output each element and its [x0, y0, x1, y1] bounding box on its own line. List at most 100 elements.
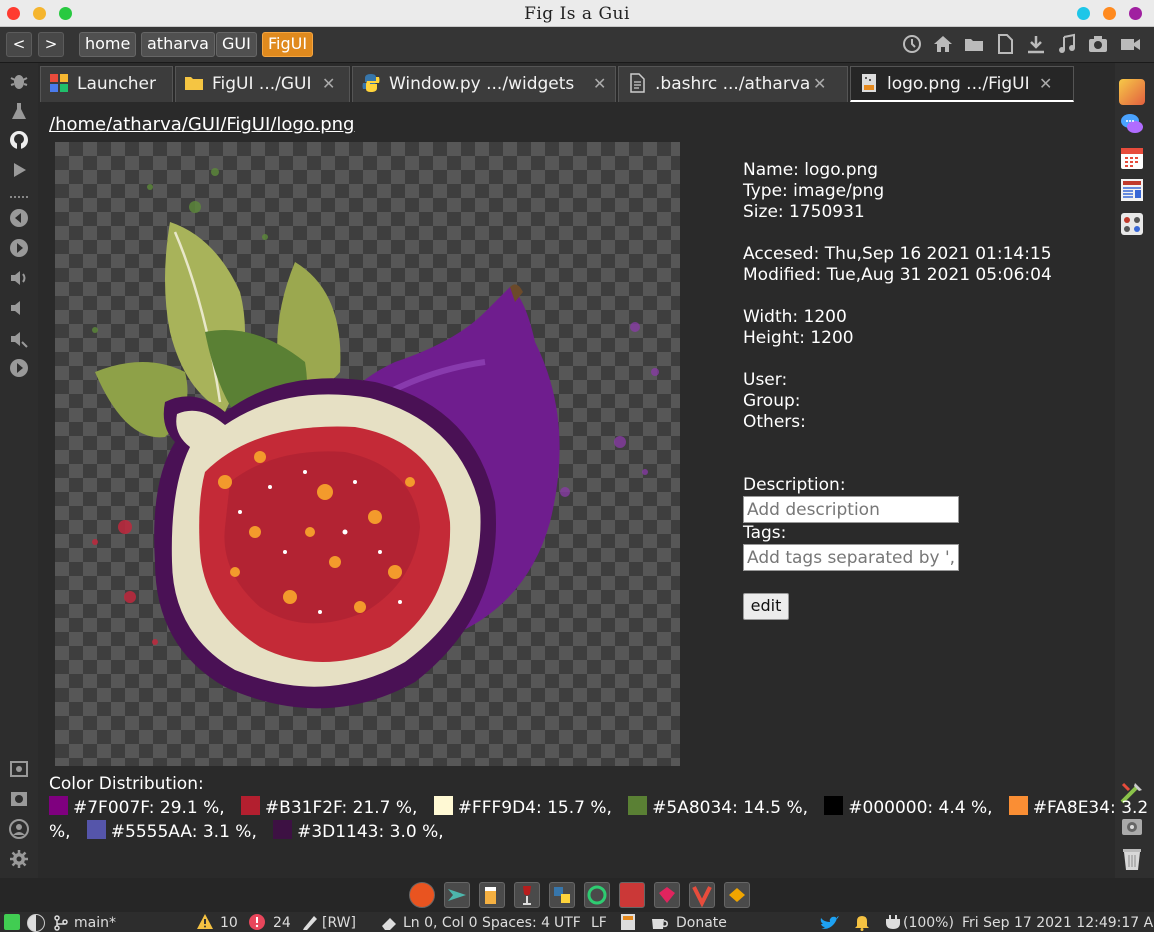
tab-launcher[interactable]: Launcher: [40, 66, 173, 102]
breadcrumb-gui[interactable]: GUI: [216, 32, 257, 57]
music-icon[interactable]: [1056, 33, 1078, 55]
color-entry: #5A8034: 14.5 %,: [652, 798, 809, 818]
python-icon[interactable]: [549, 882, 575, 908]
folder-icon: [185, 77, 203, 90]
git-branch-label[interactable]: main*: [74, 915, 116, 931]
folder-icon[interactable]: [963, 33, 985, 55]
eraser-icon: [382, 918, 396, 930]
tab-label: Launcher: [77, 74, 157, 94]
bell-icon[interactable]: [853, 913, 871, 931]
color-distribution-row: #7F007F: 29.1 %, #B31F2F: 21.7 %, #FFF9D…: [49, 796, 1148, 818]
beer-icon[interactable]: [479, 882, 505, 908]
theme-toggle-icon[interactable]: [27, 914, 45, 932]
breadcrumb-atharva[interactable]: atharva: [141, 32, 215, 57]
read-write-mode[interactable]: [RW]: [322, 915, 356, 931]
download-icon[interactable]: [1025, 33, 1047, 55]
clock: Fri Sep 17 2021 12:49:17 AM: [962, 915, 1154, 931]
trash-icon[interactable]: [1119, 846, 1145, 872]
color-entry: #FA8E34: 3.2: [1032, 798, 1149, 818]
document-icon[interactable]: [994, 33, 1016, 55]
tab-bashrc[interactable]: .bashrc .../atharva ✕: [618, 66, 848, 102]
tab-figui[interactable]: FigUI .../GUI ✕: [175, 66, 350, 102]
file-encoding[interactable]: UTF: [554, 915, 581, 931]
theme-dot-cyan[interactable]: [1077, 7, 1090, 20]
warning-count: 10: [220, 915, 238, 931]
color-entry: #3D1143: 3.0 %,: [297, 822, 444, 842]
camera-icon[interactable]: [1087, 33, 1109, 55]
color-entry-wrap: %,: [49, 822, 71, 842]
ubuntu-icon[interactable]: [409, 882, 435, 908]
image-file-icon: [862, 74, 876, 92]
theme-dot-purple[interactable]: [1129, 7, 1142, 20]
send-icon[interactable]: [444, 882, 470, 908]
error-count: 24: [273, 915, 291, 931]
description-label: Description:: [743, 475, 846, 495]
paint-app-icon[interactable]: [1119, 79, 1145, 105]
warning-icon[interactable]: [196, 913, 214, 931]
tab-window-py[interactable]: Window.py .../widgets ✕: [352, 66, 616, 102]
tags-input[interactable]: [743, 544, 959, 571]
tab-label: .bashrc .../atharva: [655, 74, 811, 94]
qt-icon[interactable]: [4, 914, 20, 930]
tab-close-icon[interactable]: ✕: [813, 67, 826, 101]
breadcrumb-figui[interactable]: FigUI: [262, 32, 314, 57]
wine-icon[interactable]: [514, 882, 540, 908]
mute-icon[interactable]: [9, 329, 29, 349]
mixer-icon[interactable]: [1119, 211, 1145, 237]
play-icon[interactable]: [9, 160, 29, 180]
calendar-icon[interactable]: [1119, 145, 1145, 171]
github-icon[interactable]: [9, 130, 29, 150]
coffee-icon: [652, 919, 668, 929]
tab-close-icon[interactable]: ✕: [593, 67, 606, 101]
tab-close-icon[interactable]: ✕: [322, 67, 335, 101]
color-swatch: [49, 796, 68, 815]
indentation-setting[interactable]: Spaces: 4: [482, 915, 550, 931]
vim-icon[interactable]: [689, 882, 715, 908]
title-bar: Fig Is a Gui: [0, 0, 1154, 27]
history-icon[interactable]: [901, 33, 923, 55]
gear-icon[interactable]: [9, 849, 29, 869]
donate-link[interactable]: Donate: [676, 915, 727, 931]
volume-up-icon[interactable]: [9, 268, 29, 288]
forward-button[interactable]: >: [38, 32, 64, 57]
bug-icon[interactable]: [9, 71, 29, 91]
edit-button[interactable]: edit: [743, 593, 789, 620]
tab-label: Window.py .../widgets: [389, 74, 575, 94]
video-icon[interactable]: [1119, 33, 1141, 55]
twitter-icon[interactable]: [818, 914, 840, 932]
refresh-icon[interactable]: [584, 882, 610, 908]
left-sidebar: [0, 63, 38, 878]
cursor-position[interactable]: Ln 0, Col 0: [403, 915, 478, 931]
home-icon[interactable]: [932, 33, 954, 55]
tab-close-icon[interactable]: ✕: [1039, 67, 1052, 100]
back-button[interactable]: <: [6, 32, 32, 57]
chat-icon[interactable]: [1119, 111, 1145, 137]
flask-icon[interactable]: [9, 101, 29, 121]
user-icon[interactable]: [9, 819, 29, 839]
screenshot-icon[interactable]: [9, 759, 29, 779]
color-swatch: [273, 820, 293, 839]
color-swatch: [1008, 796, 1028, 815]
file-name: Name: logo.png: [743, 160, 879, 180]
npm-icon[interactable]: [619, 882, 645, 908]
description-input[interactable]: [743, 496, 959, 523]
power-plug-icon: [886, 915, 900, 930]
theme-dot-orange[interactable]: [1103, 7, 1116, 20]
fast-forward-icon[interactable]: [9, 238, 29, 258]
tab-logo-png[interactable]: logo.png .../FigUI ✕: [850, 66, 1074, 102]
package-icon[interactable]: [724, 882, 750, 908]
calculator-icon[interactable]: [620, 913, 636, 931]
file-path-link[interactable]: /home/atharva/GUI/FigUI/logo.png: [49, 114, 354, 135]
color-swatch: [433, 796, 453, 815]
volume-down-icon[interactable]: [9, 298, 29, 318]
color-entry: #7F007F: 29.1 %,: [73, 798, 225, 818]
ruby-icon[interactable]: [654, 882, 680, 908]
play-circle-icon[interactable]: [9, 358, 29, 378]
line-ending[interactable]: LF: [591, 915, 607, 931]
news-icon[interactable]: [1119, 177, 1145, 203]
rewind-icon[interactable]: [9, 208, 29, 228]
file-size: Size: 1750931: [743, 202, 865, 222]
error-icon[interactable]: [248, 913, 266, 931]
breadcrumb-home[interactable]: home: [79, 32, 137, 57]
screen-capture-icon[interactable]: [9, 789, 29, 809]
